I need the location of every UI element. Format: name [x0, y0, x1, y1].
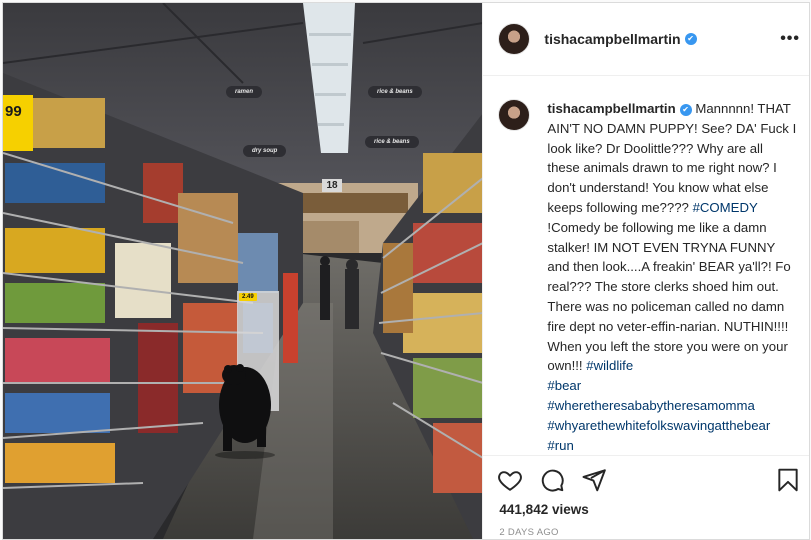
- hashtag-comedy[interactable]: #COMEDY: [693, 200, 758, 215]
- aisle-number-sign: 18: [322, 179, 342, 192]
- supermarket-aisle-scene: [3, 3, 483, 539]
- post-container: ramen rice & beans dry soup rice & beans…: [2, 2, 810, 540]
- share-icon[interactable]: [581, 467, 607, 493]
- verified-badge-icon: ✔: [684, 33, 697, 45]
- caption-username[interactable]: tishacampbellmartin: [547, 101, 675, 116]
- post-header: tishacampbellmartin ✔ •••: [483, 3, 809, 76]
- hashtag-wheretheresababytheresamomma[interactable]: #wheretheresababytheresamomma: [547, 396, 797, 416]
- caption-text-block: tishacampbellmartin ✔ Mannnnn! THAT AIN'T…: [547, 99, 797, 454]
- bookmark-icon[interactable]: [775, 467, 801, 493]
- hashtag-whyarethewhitefolkswavingatthebear[interactable]: #whyarethewhitefolkswavingatthebear: [547, 416, 797, 436]
- aisle-sign-dry-soup: dry soup: [243, 145, 287, 157]
- header-username[interactable]: tishacampbellmartin: [544, 31, 680, 47]
- hashtag-run[interactable]: #run: [547, 436, 797, 456]
- heart-icon[interactable]: [497, 467, 523, 493]
- comment-icon[interactable]: [539, 467, 565, 493]
- caption-text: Mannnnn! THAT AIN'T NO DAMN PUPPY! See? …: [547, 101, 797, 215]
- aisle-sign-rice-beans: rice & beans: [368, 86, 422, 98]
- hashtag-bear[interactable]: #bear: [547, 376, 797, 396]
- caption-verified-badge-icon: ✔: [679, 104, 692, 116]
- view-count[interactable]: 441,842 views: [499, 502, 588, 517]
- aisle-sign-rice-beans-low: rice & beans: [365, 136, 419, 148]
- more-options-button[interactable]: •••: [780, 30, 800, 48]
- caption-text-continued: !Comedy be following me like a damn stal…: [547, 219, 791, 374]
- aisle-sign-ramen: ramen: [226, 86, 263, 98]
- action-bar: 441,842 views 2 DAYS AGO: [483, 455, 809, 539]
- post-video[interactable]: ramen rice & beans dry soup rice & beans…: [3, 3, 483, 539]
- hashtag-wildlife[interactable]: #wildlife: [586, 358, 633, 373]
- shelf-price-label: 2.49: [239, 293, 257, 301]
- view-count-number: 441,842: [499, 502, 549, 517]
- caption-section: tishacampbellmartin ✔ Mannnnn! THAT AIN'T…: [483, 77, 809, 454]
- action-buttons: [497, 467, 607, 493]
- view-count-label: views: [548, 502, 589, 517]
- avatar[interactable]: [498, 23, 531, 55]
- price-tag: 99: [3, 95, 33, 151]
- post-timestamp[interactable]: 2 DAYS AGO: [499, 527, 558, 538]
- post-sidebar: tishacampbellmartin ✔ ••• tishacampbellm…: [482, 3, 809, 539]
- caption-avatar[interactable]: [498, 99, 531, 131]
